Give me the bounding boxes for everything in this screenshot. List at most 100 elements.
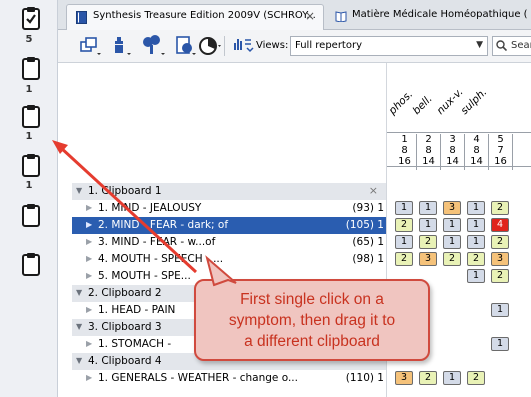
document-info-icon[interactable] <box>173 35 197 57</box>
expand-triangle-icon[interactable]: ▶ <box>86 271 92 280</box>
tree-rubric-row-selected[interactable]: ▶ 2. MIND - FEAR - dark; of (105) 1 <box>72 217 386 234</box>
expand-triangle-icon[interactable]: ▶ <box>86 237 92 246</box>
search-input[interactable]: Search r <box>492 36 531 56</box>
group-label: 4. Clipboard 4 <box>88 355 162 367</box>
windows-layout-icon[interactable] <box>78 35 102 57</box>
group-label: 1. Clipboard 1 <box>88 185 162 197</box>
rubric-count: (105) 1 <box>345 219 384 231</box>
grade-cell[interactable]: 2 <box>491 235 509 249</box>
clipboard-4-icon[interactable] <box>22 153 40 177</box>
grid-header-count: 16 <box>393 156 417 170</box>
grade-cell[interactable]: 2 <box>395 218 413 232</box>
callout-line: First single click on a <box>240 291 384 308</box>
view-sort-icon[interactable] <box>232 35 254 57</box>
clipboard-2-icon[interactable] <box>22 56 40 80</box>
rubric-label: 1. HEAD - PAIN <box>98 304 176 316</box>
tree-group-clipboard-1[interactable]: ▼ 1. Clipboard 1 × <box>72 183 386 200</box>
expand-triangle-icon[interactable]: ▶ <box>86 373 92 382</box>
tab-synthesis-repertory[interactable]: Synthesis Treasure Edition 2009V (SCHROY… <box>66 4 324 30</box>
tree-rubric-row[interactable]: ▶ 1. MIND - JEALOUSY (93) 1 <box>72 200 386 217</box>
rubric-label: 1. GENERALS - WEATHER - change o... <box>98 372 298 384</box>
expand-triangle-icon[interactable]: ▼ <box>76 186 82 195</box>
grid-header-count: 14 <box>417 156 441 170</box>
tree-rubric-row[interactable]: ▶ 4. MOUTH - SPEECH - ... (98) 1 <box>72 251 386 268</box>
grade-cell[interactable]: 2 <box>419 235 437 249</box>
grade-cell[interactable]: 1 <box>443 371 461 385</box>
expand-triangle-icon[interactable]: ▶ <box>86 305 92 314</box>
toolbar: Views: Full repertory ▼ Search r <box>58 30 531 63</box>
clipboard-4-count: 1 <box>25 180 33 191</box>
clipboard-3-count: 1 <box>25 131 33 142</box>
grade-cell[interactable]: 4 <box>491 218 509 232</box>
views-dropdown[interactable]: Full repertory ▼ <box>290 36 488 56</box>
grade-cell[interactable]: 1 <box>467 218 485 232</box>
grade-cell[interactable]: 2 <box>467 371 485 385</box>
rubric-count: (65) 1 <box>352 236 384 248</box>
grade-cell[interactable]: 1 <box>467 269 485 283</box>
grade-cell[interactable]: 1 <box>395 235 413 249</box>
grid-header-count: 16 <box>489 156 513 170</box>
family-tree-icon[interactable] <box>140 35 165 57</box>
grade-cell[interactable]: 2 <box>395 252 413 266</box>
expand-triangle-icon[interactable]: ▶ <box>86 220 92 229</box>
tab-materia-medica[interactable]: Matière Médicale Homéopathique ( <box>326 4 531 30</box>
group-label: 3. Clipboard 3 <box>88 321 162 333</box>
grade-cell[interactable]: 1 <box>467 235 485 249</box>
grade-cell[interactable]: 1 <box>443 218 461 232</box>
search-placeholder: Search r <box>511 40 531 51</box>
grade-cell[interactable]: 3 <box>395 371 413 385</box>
rubric-label: 5. MOUTH - SPE... <box>98 270 191 282</box>
remedy-name[interactable]: nux-v. <box>435 86 466 117</box>
grade-cell[interactable]: 1 <box>395 201 413 215</box>
settings-dial-icon[interactable] <box>198 35 222 57</box>
tree-rubric-row[interactable]: ▶ 1. GENERALS - WEATHER - change o... (1… <box>72 370 386 387</box>
grade-cell[interactable]: 2 <box>419 371 437 385</box>
remedy-tree-icon[interactable] <box>108 35 132 57</box>
rubric-label: 4. MOUTH - SPEECH - ... <box>98 253 224 265</box>
synthesis-app-window: 5 1 1 1 Synthesis Treasure Edition 2009V… <box>0 0 531 397</box>
expand-triangle-icon[interactable]: ▼ <box>76 322 82 331</box>
remedy-name[interactable]: phos. <box>387 88 416 117</box>
grade-cell[interactable]: 2 <box>443 252 461 266</box>
clipboard-3-icon[interactable] <box>22 104 40 128</box>
open-book-icon <box>335 10 347 23</box>
expand-triangle-icon[interactable]: ▼ <box>76 356 82 365</box>
grid-header-count: 14 <box>441 156 465 170</box>
grade-cell[interactable]: 1 <box>491 303 509 317</box>
rubric-label: 2. MIND - FEAR - dark; of <box>98 219 229 231</box>
tree-rubric-row[interactable]: ▶ 3. MIND - FEAR - w...of (65) 1 <box>72 234 386 251</box>
grade-cell[interactable]: 3 <box>443 201 461 215</box>
close-icon[interactable]: × <box>369 184 378 197</box>
clipboard-6-icon[interactable] <box>22 252 40 276</box>
grade-cell[interactable]: 1 <box>467 201 485 215</box>
grade-cell[interactable]: 3 <box>419 252 437 266</box>
grade-cell[interactable]: 1 <box>419 218 437 232</box>
grade-cell[interactable]: 3 <box>491 252 509 266</box>
grade-cell[interactable]: 1 <box>491 337 509 351</box>
instruction-callout: First single click on a symptom, then dr… <box>194 279 430 361</box>
rubric-count: (98) 1 <box>352 253 384 265</box>
rubric-count: (110) 1 <box>345 372 384 384</box>
grade-cell[interactable]: 2 <box>491 269 509 283</box>
grade-cell[interactable]: 1 <box>443 235 461 249</box>
expand-triangle-icon[interactable]: ▼ <box>76 288 82 297</box>
tab-close-icon[interactable]: × <box>305 9 315 23</box>
repertory-book-icon <box>76 11 87 24</box>
tab-label: Synthesis Treasure Edition 2009V (SCHROY… <box>93 10 316 21</box>
expand-triangle-icon[interactable]: ▶ <box>86 339 92 348</box>
grade-cell[interactable]: 1 <box>419 201 437 215</box>
clipboard-strip: 5 1 1 1 <box>0 0 58 397</box>
grid-header-count: 14 <box>465 156 489 170</box>
expand-triangle-icon[interactable]: ▶ <box>86 203 92 212</box>
toolbar-separator <box>224 36 225 56</box>
group-label: 2. Clipboard 2 <box>88 287 162 299</box>
expand-triangle-icon[interactable]: ▶ <box>86 254 92 263</box>
remedy-name[interactable]: sulph. <box>459 86 490 117</box>
grade-cell[interactable]: 2 <box>467 252 485 266</box>
clipboard-1-check-icon[interactable] <box>22 6 40 30</box>
grade-cell[interactable]: 2 <box>491 201 509 215</box>
clipboard-5-icon[interactable] <box>22 203 40 227</box>
dropdown-arrow-icon: ▼ <box>476 40 483 50</box>
callout-line: a different clipboard <box>244 333 380 350</box>
tab-bar: Synthesis Treasure Edition 2009V (SCHROY… <box>58 0 531 30</box>
